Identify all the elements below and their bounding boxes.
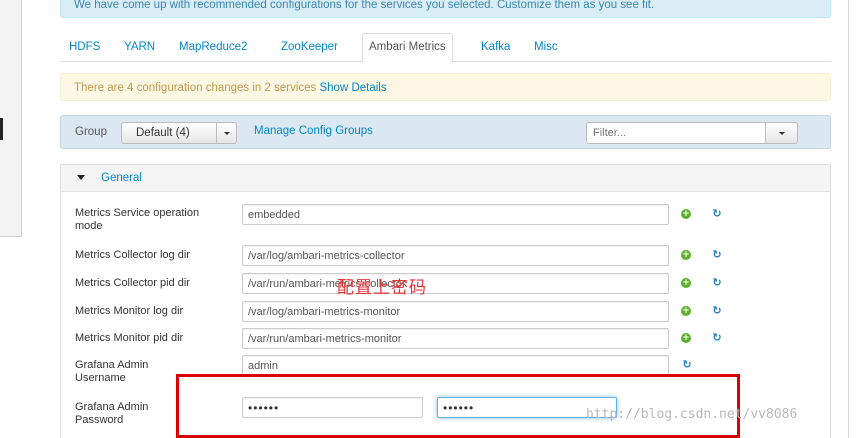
config-group-selected: Default (4) bbox=[136, 127, 190, 139]
undo-icon[interactable]: ↻ bbox=[711, 208, 723, 220]
grafana-password-label: Grafana Admin Password bbox=[75, 401, 149, 426]
right-divider bbox=[848, 0, 849, 438]
general-section-header[interactable]: General bbox=[61, 165, 830, 192]
filter-dropdown-button[interactable] bbox=[765, 122, 798, 144]
tab-ambari-metrics[interactable]: Ambari Metrics bbox=[362, 33, 453, 63]
tab-mapreduce2[interactable]: MapReduce2 bbox=[179, 38, 247, 62]
manage-config-groups-link[interactable]: Manage Config Groups bbox=[254, 125, 373, 137]
watermark: http://blog.csdn.net/vv8086 bbox=[586, 407, 798, 422]
monitor-log-dir-label: Metrics Monitor log dir bbox=[75, 305, 184, 317]
dropdown-split-divider bbox=[216, 123, 217, 143]
left-sidebar-panel bbox=[0, 0, 22, 237]
tab-misc[interactable]: Misc bbox=[534, 38, 558, 62]
undo-icon[interactable]: ↻ bbox=[681, 359, 693, 371]
show-details-link[interactable]: Show Details bbox=[319, 82, 386, 94]
tab-kafka[interactable]: Kafka bbox=[481, 38, 510, 62]
plus-circle-icon[interactable]: + bbox=[681, 306, 691, 316]
monitor-log-dir-input[interactable] bbox=[242, 301, 669, 322]
monitor-pid-dir-label: Metrics Monitor pid dir bbox=[75, 332, 184, 344]
operation-mode-label: Metrics Service operation mode bbox=[75, 207, 200, 232]
collector-log-dir-label: Metrics Collector log dir bbox=[75, 249, 190, 261]
config-group-dropdown[interactable]: Default (4) bbox=[121, 122, 237, 144]
grafana-username-label: Grafana Admin Username bbox=[75, 359, 149, 384]
tab-hdfs[interactable]: HDFS bbox=[69, 38, 100, 62]
monitor-pid-dir-input[interactable] bbox=[242, 328, 669, 349]
collector-log-dir-input[interactable] bbox=[242, 245, 669, 266]
annotation-note: 配置上密码 bbox=[337, 278, 427, 298]
config-changes-alert: There are 4 configuration changes in 2 s… bbox=[60, 73, 831, 101]
config-changes-text: There are 4 configuration changes in 2 s… bbox=[74, 82, 320, 94]
grafana-username-input[interactable] bbox=[242, 355, 669, 376]
undo-icon[interactable]: ↻ bbox=[711, 305, 723, 317]
section-title: General bbox=[101, 172, 142, 184]
plus-circle-icon[interactable]: + bbox=[681, 278, 691, 288]
collector-pid-dir-input[interactable] bbox=[242, 273, 669, 294]
service-tabs: HDFS YARN MapReduce2 ZooKeeper Ambari Me… bbox=[60, 33, 831, 63]
collector-pid-dir-label: Metrics Collector pid dir bbox=[75, 277, 190, 289]
annotation-highlight-box bbox=[176, 374, 740, 438]
group-label: Group bbox=[75, 126, 107, 138]
operation-mode-input[interactable] bbox=[242, 204, 669, 225]
caret-down-icon bbox=[224, 132, 230, 135]
tab-zookeeper[interactable]: ZooKeeper bbox=[281, 38, 338, 62]
caret-down-icon bbox=[77, 175, 85, 180]
plus-circle-icon[interactable]: + bbox=[681, 209, 691, 219]
tab-yarn[interactable]: YARN bbox=[124, 38, 155, 62]
filter-input[interactable] bbox=[586, 122, 766, 144]
undo-icon[interactable]: ↻ bbox=[711, 332, 723, 344]
left-edge-marker bbox=[0, 118, 3, 140]
undo-icon[interactable]: ↻ bbox=[711, 277, 723, 289]
plus-circle-icon[interactable]: + bbox=[681, 250, 691, 260]
caret-down-icon bbox=[779, 132, 785, 135]
config-group-bar: Group Default (4) Manage Config Groups bbox=[60, 115, 831, 149]
plus-circle-icon[interactable]: + bbox=[681, 333, 691, 343]
info-banner: We have come up with recommended configu… bbox=[60, 0, 831, 18]
undo-icon[interactable]: ↻ bbox=[711, 249, 723, 261]
